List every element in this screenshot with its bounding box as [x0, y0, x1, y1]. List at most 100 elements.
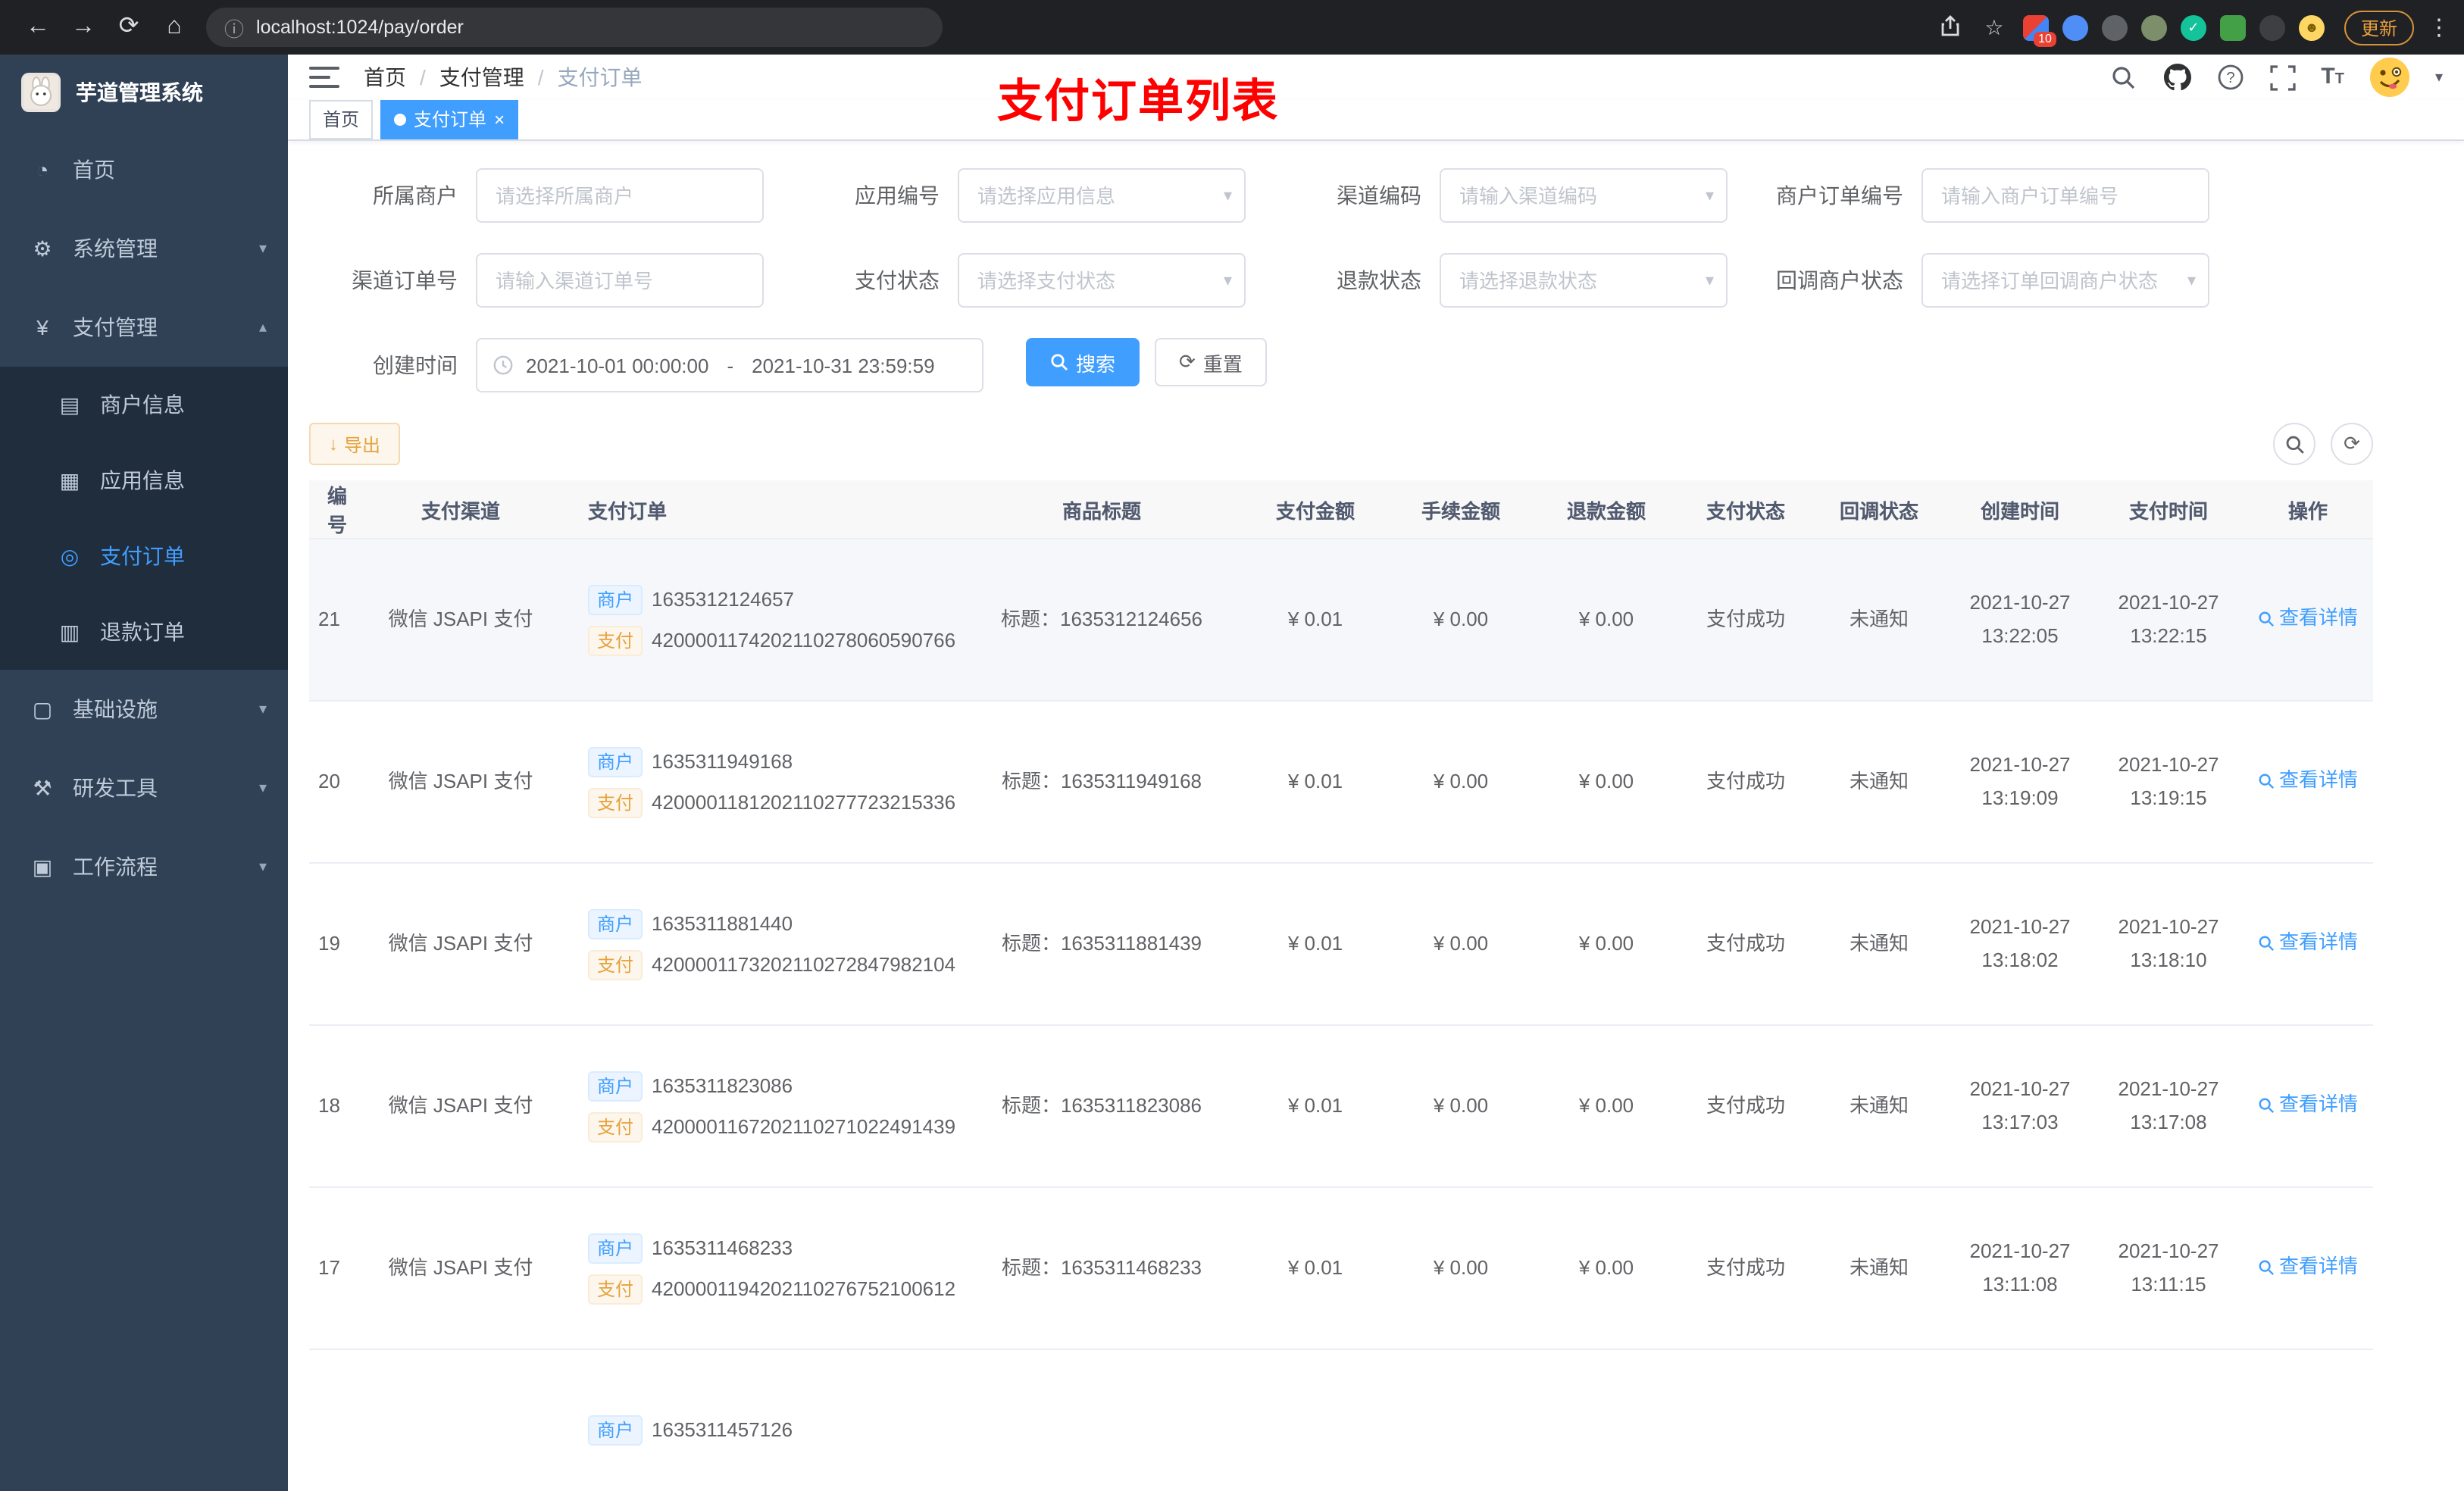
sidebar-item-label: 应用信息	[100, 468, 185, 492]
extension-badge: 10	[2034, 31, 2056, 46]
sidebar-item-payment[interactable]: ¥ 支付管理 ▴	[0, 288, 288, 367]
notify-status-select[interactable]	[1921, 253, 2209, 308]
extension-icon-6[interactable]	[2219, 14, 2246, 40]
breadcrumb-pay-management[interactable]: 支付管理	[439, 62, 524, 92]
card-icon: ▤	[59, 392, 80, 416]
chevron-down-icon: ▾	[258, 701, 267, 717]
font-size-icon[interactable]: TT	[2321, 64, 2344, 91]
pay-amount: ¥ 0.01	[1243, 701, 1388, 864]
tab-pay-order[interactable]: 支付订单 ×	[380, 100, 519, 139]
fullscreen-icon[interactable]	[2268, 62, 2298, 92]
browser-back-icon[interactable]: ←	[15, 0, 61, 55]
app-no-select[interactable]	[958, 168, 1246, 223]
date-end: 2021-10-31 23:59:59	[752, 354, 935, 377]
url-text: localhost:1024/pay/order	[256, 17, 464, 38]
order-id: 19	[309, 863, 367, 1026]
search-button[interactable]: 搜索	[1026, 338, 1140, 386]
pay-amount: ¥ 0.01	[1243, 1187, 1388, 1350]
sidebar-item-app-info[interactable]: ▦ 应用信息	[0, 442, 288, 518]
sidebar-item-system[interactable]: ⚙ 系统管理 ▾	[0, 209, 288, 288]
extension-icon-7[interactable]	[2259, 14, 2285, 40]
view-detail-link[interactable]: 查看详情	[2258, 764, 2358, 798]
filter-label-channel-code: 渠道编码	[1337, 183, 1421, 208]
table-row: 18 微信 JSAPI 支付 商户 1635311823086 支付 42000…	[309, 1025, 2373, 1188]
create-time: 2021-10-27 13:22:05	[1946, 539, 2094, 702]
extension-icon-4[interactable]	[2140, 14, 2167, 40]
sidebar-item-label: 商户信息	[100, 392, 185, 417]
logo[interactable]: 芋道管理系统	[0, 55, 288, 130]
create-time-range-picker[interactable]: 2021-10-01 00:00:00 - 2021-10-31 23:59:5…	[476, 338, 983, 392]
pay-order-no: 4200001173202110272847982104	[652, 952, 956, 975]
sidebar-item-infrastructure[interactable]: ▢ 基础设施 ▾	[0, 670, 288, 749]
close-icon[interactable]: ×	[494, 111, 505, 129]
extension-icon-5[interactable]: ✓	[2180, 14, 2206, 40]
browser-menu-icon[interactable]: ⋮	[2428, 14, 2450, 41]
logo-image	[21, 73, 61, 112]
hamburger-icon[interactable]	[309, 65, 339, 89]
view-detail-link[interactable]: 查看详情	[2258, 602, 2358, 636]
merchant-tag: 商户	[588, 908, 643, 939]
order-table: 编号 支付渠道 支付订单 商品标题 支付金额 手续金额 退款金额 支付状态 回调…	[309, 480, 2373, 1491]
address-bar[interactable]: ⓘ localhost:1024/pay/order	[206, 8, 943, 47]
fee-amount: ¥ 0.00	[1388, 1187, 1534, 1350]
browser-home-icon[interactable]: ⌂	[152, 0, 197, 55]
extension-icon-2[interactable]	[2062, 14, 2088, 40]
pay-tag: 支付	[588, 787, 643, 817]
browser-chrome: ← → ⟳ ⌂ ⓘ localhost:1024/pay/order ☆ 10 …	[0, 0, 2464, 55]
avatar[interactable]	[2366, 55, 2412, 100]
notify-status: 未通知	[1812, 1187, 1946, 1350]
sidebar-item-label: 系统管理	[73, 236, 158, 261]
extension-icon-3[interactable]	[2101, 14, 2128, 40]
fee-amount: ¥ 0.00	[1388, 539, 1534, 702]
view-detail-link[interactable]: 查看详情	[2258, 1089, 2358, 1122]
refund-amount: ¥ 0.00	[1534, 1187, 1679, 1350]
avatar-dropdown-icon[interactable]: ▾	[2435, 69, 2443, 86]
col-action: 操作	[2243, 480, 2373, 539]
refund-amount: ¥ 0.00	[1534, 1025, 1679, 1188]
tab-label: 首页	[323, 109, 360, 130]
pay-status-select[interactable]	[958, 253, 1246, 308]
table-row: 20 微信 JSAPI 支付 商户 1635311949168 支付 42000…	[309, 701, 2373, 864]
channel-code-input[interactable]	[1440, 168, 1728, 223]
sidebar-item-pay-order[interactable]: ◎ 支付订单	[0, 518, 288, 594]
sidebar-item-refund-order[interactable]: ▥ 退款订单	[0, 594, 288, 670]
reset-button[interactable]: ⟳ 重置	[1155, 338, 1267, 386]
filter-label-refund-status: 退款状态	[1337, 268, 1421, 292]
create-time: 2021-10-27 13:19:09	[1946, 701, 2094, 864]
share-icon[interactable]	[1935, 14, 1965, 40]
sidebar-item-merchant-info[interactable]: ▤ 商户信息	[0, 367, 288, 442]
toggle-search-button[interactable]	[2273, 423, 2315, 465]
view-detail-link[interactable]: 查看详情	[2258, 1251, 2358, 1284]
product-title: 标题：1635311881439	[961, 863, 1243, 1026]
browser-reload-icon[interactable]: ⟳	[106, 0, 152, 55]
sidebar-item-workflow[interactable]: ▣ 工作流程 ▾	[0, 827, 288, 906]
breadcrumb-home[interactable]: 首页	[364, 62, 406, 92]
pay-status: 支付成功	[1679, 701, 1812, 864]
col-id: 编号	[309, 480, 367, 539]
refresh-table-button[interactable]: ⟳	[2331, 423, 2373, 465]
browser-forward-icon[interactable]: →	[61, 0, 106, 55]
breadcrumb-separator: /	[537, 65, 544, 89]
merchant-order-no-input[interactable]	[1921, 168, 2209, 223]
pay-time: 2021-10-27 13:19:15	[2094, 701, 2243, 864]
export-button[interactable]: ↓ 导出	[309, 423, 401, 465]
site-info-icon[interactable]: ⓘ	[224, 13, 244, 42]
channel-order-no-input[interactable]	[476, 253, 764, 308]
order-id: 18	[309, 1025, 367, 1188]
help-icon[interactable]: ?	[2215, 62, 2245, 92]
refund-status-select[interactable]	[1440, 253, 1728, 308]
filter-label-app-no: 应用编号	[855, 183, 940, 208]
extension-icon-8[interactable]: ☻	[2298, 14, 2325, 40]
tab-home[interactable]: 首页	[309, 100, 374, 139]
chevron-down-icon: ▾	[258, 858, 267, 875]
col-created: 创建时间	[1946, 480, 2094, 539]
sidebar-item-dev-tools[interactable]: ⚒ 研发工具 ▾	[0, 749, 288, 827]
view-detail-link[interactable]: 查看详情	[2258, 927, 2358, 960]
sidebar-item-home[interactable]: ◔ 首页	[0, 130, 288, 209]
merchant-input[interactable]	[476, 168, 764, 223]
extension-icon-1[interactable]: 10	[2022, 14, 2056, 46]
github-icon[interactable]	[2162, 62, 2192, 92]
bookmark-star-icon[interactable]: ☆	[1979, 14, 2009, 40]
browser-update-button[interactable]: 更新	[2344, 10, 2414, 45]
search-icon[interactable]	[2109, 62, 2139, 92]
